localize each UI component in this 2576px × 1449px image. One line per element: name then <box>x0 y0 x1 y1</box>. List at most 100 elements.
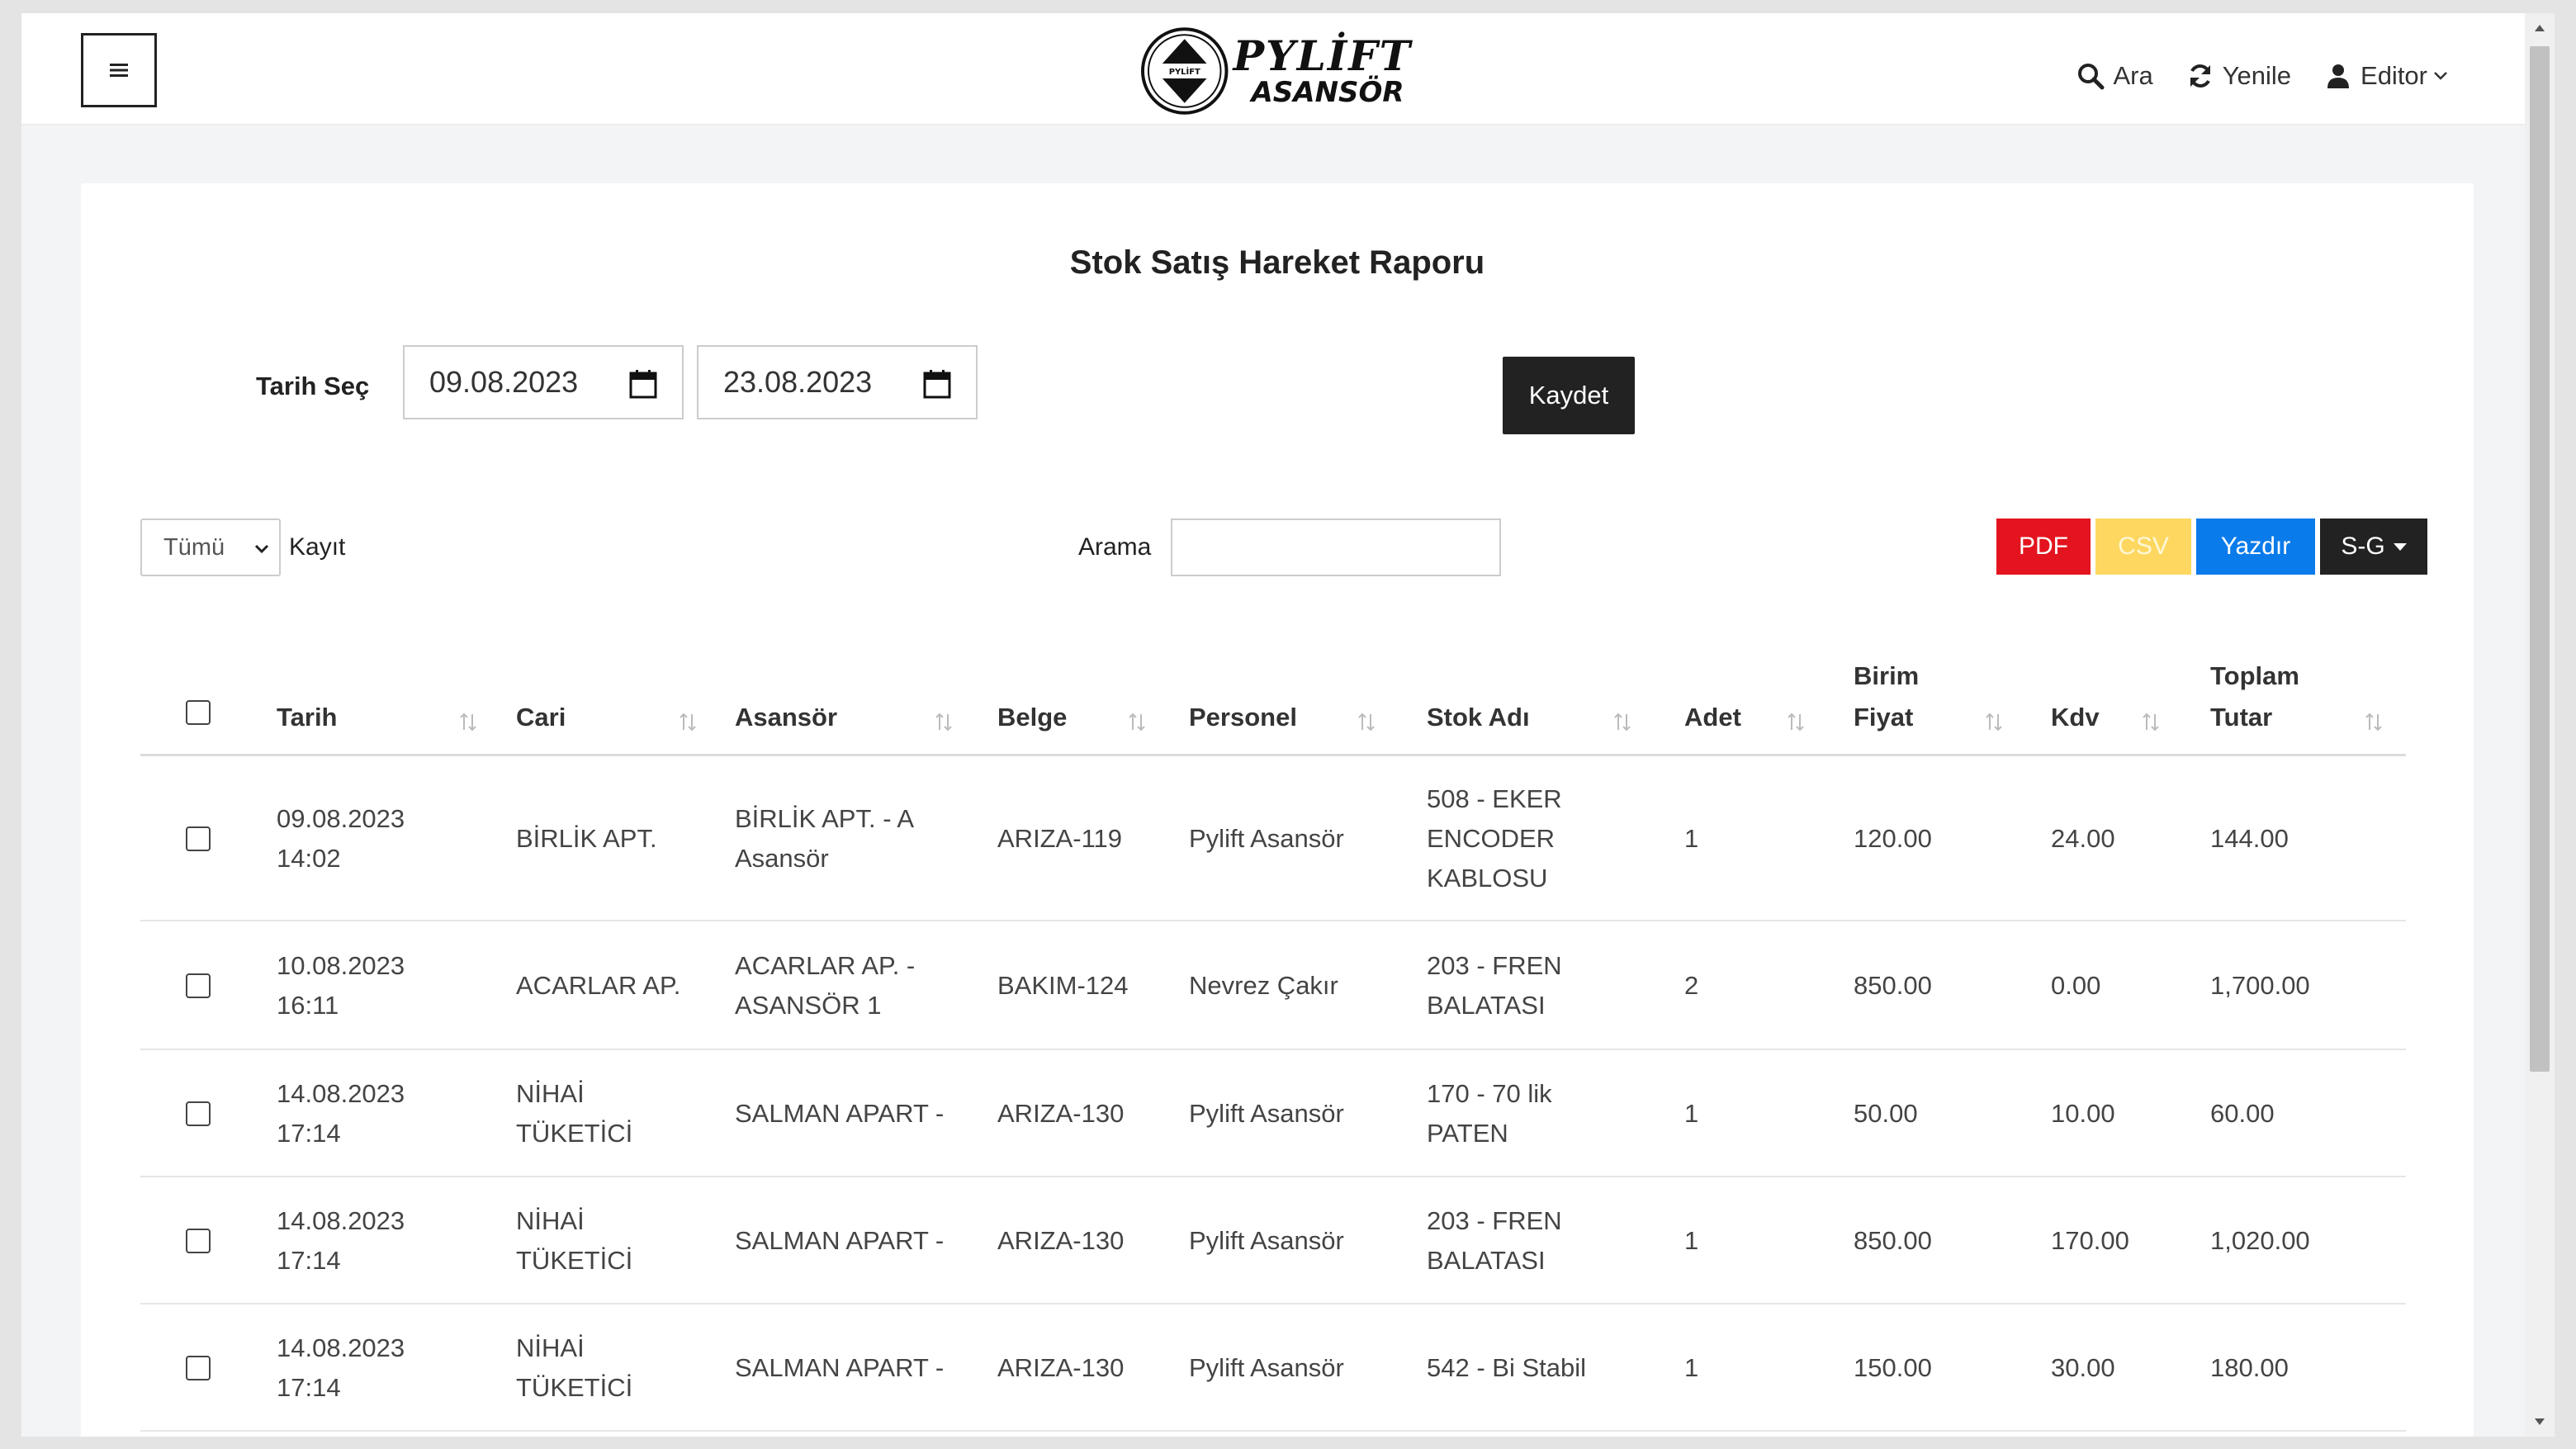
column-header-asansor[interactable]: Asansör <box>735 697 837 738</box>
start-date-input[interactable]: 09.08.2023 <box>403 345 684 419</box>
app-window: PYLİFT PYLİFT ASANSÖR Ara Yenile Editor … <box>21 13 2531 1437</box>
column-header-stok-adi[interactable]: Stok Adı <box>1427 697 1530 738</box>
cell-adet: 1 <box>1684 1226 1699 1255</box>
hamburger-icon <box>110 64 128 77</box>
cell-asansor: BİRLİK APT. - A Asansör <box>735 804 915 873</box>
select-all-checkbox[interactable] <box>186 700 211 725</box>
top-navbar: PYLİFT PYLİFT ASANSÖR Ara Yenile Editor <box>21 13 2531 125</box>
cell-toplam-tutar: 1,700.00 <box>2210 971 2310 1000</box>
cell-tarih: 10.08.2023 16:11 <box>277 951 405 1020</box>
cell-cari: NİHAİ TÜKETİCİ <box>516 1206 633 1275</box>
page-length-label: Kayıt <box>289 533 346 561</box>
column-header-tarih[interactable]: Tarih <box>277 697 338 738</box>
report-card: Stok Satış Hareket Raporu Tarih Seç 09.0… <box>81 183 2474 1437</box>
cell-personel: Pylift Asansör <box>1189 1226 1344 1255</box>
column-header-text: Personel <box>1189 703 1297 732</box>
cell-asansor: SALMAN APART - <box>735 1099 945 1128</box>
cell-cari: NİHAİ TÜKETİCİ <box>516 1333 633 1402</box>
column-header-adet[interactable]: Adet <box>1684 697 1741 738</box>
print-button[interactable]: Yazdır <box>2196 519 2315 575</box>
table-row[interactable]: 10.08.2023 16:11 ACARLAR AP. ACARLAR AP. -… <box>140 921 2406 1050</box>
cell-adet: 2 <box>1684 971 1699 1000</box>
menu-toggle-button[interactable] <box>81 33 157 107</box>
cell-belge: BAKIM-124 <box>997 971 1129 1000</box>
cell-stok-adi: 508 - EKER ENCODER KABLOSU <box>1427 784 1562 893</box>
column-header-text: Fiyat <box>1854 703 1914 732</box>
export-csv-button[interactable]: CSV <box>2095 519 2191 575</box>
column-visibility-button[interactable]: S-G <box>2320 519 2427 575</box>
cell-personel: Pylift Asansör <box>1189 1353 1344 1382</box>
cell-adet: 1 <box>1684 1353 1699 1382</box>
table-row[interactable]: 14.08.2023 17:14 NİHAİ TÜKETİCİ SALMAN APA… <box>140 1050 2406 1177</box>
sort-icon[interactable] <box>2138 710 2163 735</box>
scroll-up-icon[interactable] <box>2531 20 2548 36</box>
table-header: Tarih Cari Asansör Belge Personel Stok Adı Ade… <box>140 646 2406 756</box>
row-checkbox[interactable] <box>186 1356 211 1380</box>
cell-belge: ARIZA-130 <box>997 1353 1125 1382</box>
cell-stok-adi: 203 - FREN BALATASI <box>1427 1206 1562 1275</box>
row-checkbox[interactable] <box>186 1101 211 1126</box>
cell-cari: BİRLİK APT. <box>516 824 657 853</box>
sort-icon[interactable] <box>1125 710 1149 735</box>
cell-stok-adi: 542 - Bi Stabil <box>1427 1353 1586 1382</box>
table-search-input[interactable] <box>1171 519 1501 576</box>
cell-stok-adi: 170 - 70 lik PATEN <box>1427 1079 1552 1148</box>
date-label: Tarih Seç <box>256 372 370 400</box>
sort-icon[interactable] <box>1783 710 1808 735</box>
sort-icon[interactable] <box>1982 710 2006 735</box>
user-menu[interactable]: Editor <box>2324 61 2449 91</box>
column-header-cari[interactable]: Cari <box>516 697 566 738</box>
cell-belge: ARIZA-119 <box>997 824 1123 853</box>
calendar-icon[interactable] <box>923 369 951 399</box>
logo-mark-icon: PYLİFT <box>1140 27 1229 115</box>
calendar-icon[interactable] <box>629 369 657 399</box>
column-header-text: Tarih <box>277 703 338 732</box>
column-header-toplam-tutar[interactable]: Toplam Tutar <box>2210 656 2299 738</box>
refresh-icon <box>2190 64 2210 88</box>
row-checkbox[interactable] <box>186 826 211 851</box>
page-length-value: Tümü <box>163 533 225 561</box>
table-row[interactable]: 14.08.2023 17:14 NİHAİ TÜKETİCİ SALMAN APA… <box>140 1177 2406 1305</box>
vertical-scrollbar[interactable] <box>2525 13 2555 1437</box>
page-length-select[interactable]: Tümü <box>140 519 281 576</box>
cell-toplam-tutar: 180.00 <box>2210 1353 2289 1382</box>
column-header-text: Cari <box>516 703 566 732</box>
page-title: Stok Satış Hareket Raporu <box>1069 244 1485 281</box>
column-header-kdv[interactable]: Kdv <box>2051 697 2100 738</box>
search-icon <box>2078 64 2105 90</box>
sort-icon[interactable] <box>2361 710 2386 735</box>
cell-kdv: 10.00 <box>2051 1099 2115 1128</box>
column-header-text: Asansör <box>735 703 838 732</box>
row-checkbox[interactable] <box>186 973 211 998</box>
column-header-text: Kdv <box>2051 703 2100 732</box>
export-pdf-button[interactable]: PDF <box>1996 519 2091 575</box>
brand-logo[interactable]: PYLİFT PYLİFT ASANSÖR <box>1139 23 1412 119</box>
cell-tarih: 14.08.2023 17:14 <box>277 1206 405 1275</box>
column-header-personel[interactable]: Personel <box>1189 697 1297 738</box>
sort-icon[interactable] <box>931 710 956 735</box>
chevron-down-icon <box>2434 72 2447 80</box>
refresh-link[interactable]: Yenile <box>2186 61 2291 91</box>
row-checkbox[interactable] <box>186 1229 211 1253</box>
scroll-down-icon[interactable] <box>2531 1413 2548 1430</box>
sort-icon[interactable] <box>675 710 700 735</box>
column-header-belge[interactable]: Belge <box>997 697 1067 738</box>
search-link[interactable]: Ara <box>2076 61 2153 91</box>
sort-icon[interactable] <box>1610 710 1635 735</box>
user-icon <box>2327 64 2350 88</box>
cell-tarih: 14.08.2023 17:14 <box>277 1333 405 1402</box>
scrollbar-thumb[interactable] <box>2530 46 2550 1072</box>
sort-icon[interactable] <box>456 710 481 735</box>
sort-icon[interactable] <box>1354 710 1379 735</box>
cell-cari: NİHAİ TÜKETİCİ <box>516 1079 633 1148</box>
column-header-text: Belge <box>997 703 1068 732</box>
column-header-birim-fiyat[interactable]: Birim Fiyat <box>1854 656 1919 738</box>
table-row[interactable]: 14.08.2023 17:14 NİHAİ TÜKETİCİ SALMAN APA… <box>140 1305 2406 1432</box>
caret-down-icon <box>2393 542 2407 551</box>
chevron-down-icon <box>254 544 269 554</box>
end-date-input[interactable]: 23.08.2023 <box>697 345 978 419</box>
save-button[interactable]: Kaydet <box>1503 357 1635 434</box>
cell-kdv: 24.00 <box>2051 824 2115 853</box>
refresh-link-label: Yenile <box>2222 61 2292 90</box>
table-row[interactable]: 09.08.2023 14:02 BİRLİK APT. BİRLİK APT. -… <box>140 756 2406 921</box>
